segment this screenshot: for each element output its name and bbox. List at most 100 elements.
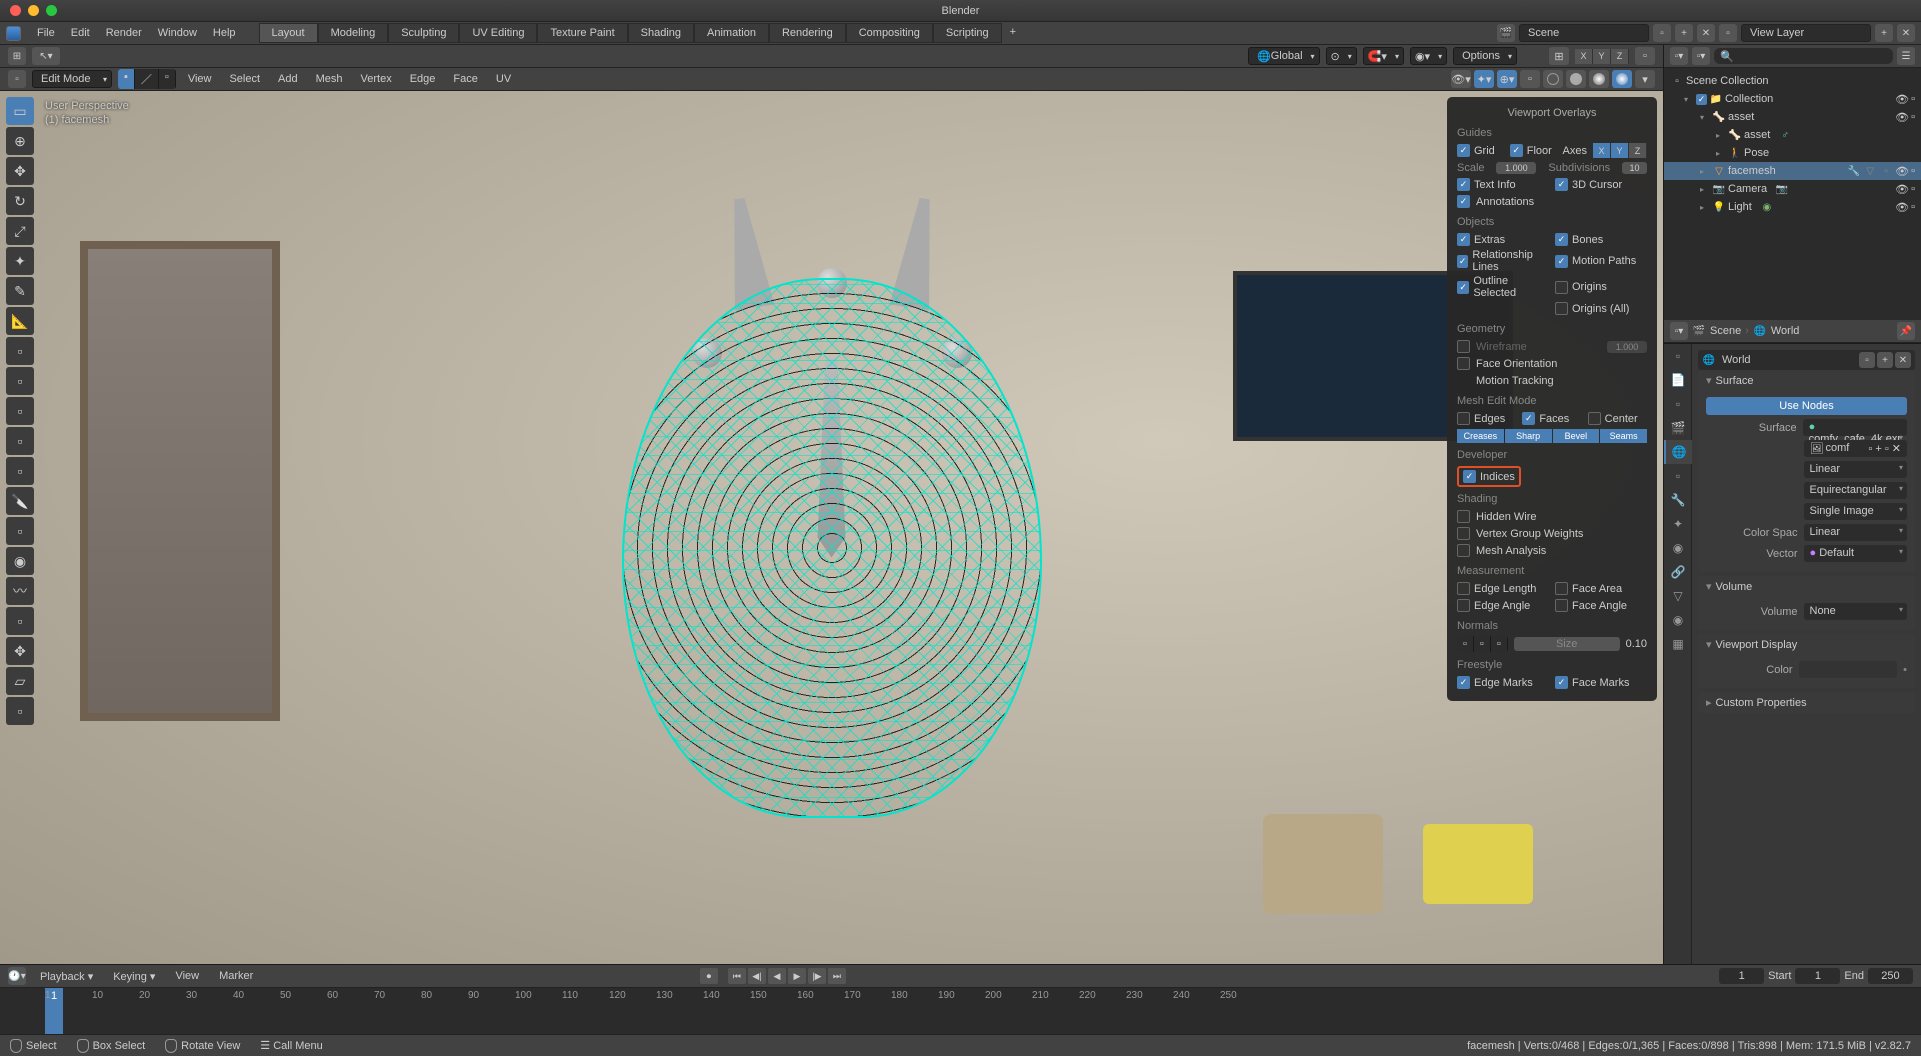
surface-field[interactable]: ● comfy_cafe_4k.exr (1803, 419, 1907, 436)
measure-tool-icon[interactable]: 📐 (6, 307, 34, 335)
wireframe-shading-icon[interactable] (1543, 70, 1563, 88)
normal-vertex-icon[interactable]: ▫ (1457, 636, 1474, 652)
tl-playback-menu[interactable]: Playback ▾ (34, 968, 99, 985)
select-tool-icon[interactable]: ▭ (6, 97, 34, 125)
image-browse[interactable]: 🖼comf▫ + ▫ ✕ (1804, 440, 1908, 457)
prop-tab-output[interactable]: 📄 (1664, 368, 1692, 392)
prop-tab-scene[interactable]: 🎬 (1664, 416, 1692, 440)
meshanalysis-checkbox[interactable] (1457, 544, 1470, 557)
autokey-icon[interactable]: ⏺ (700, 968, 718, 984)
face-select-icon[interactable]: ▫ (159, 69, 176, 89)
workspace-add-button[interactable]: + (1002, 23, 1024, 43)
orientation-dropdown[interactable]: 🌐 Global (1248, 47, 1320, 65)
proportional-dropdown[interactable]: ◉▾ (1410, 47, 1447, 65)
prop-tab-physics[interactable]: ◉ (1664, 536, 1692, 560)
shading-dropdown-icon[interactable]: ▾ (1635, 70, 1655, 88)
faceorient-checkbox[interactable] (1457, 357, 1470, 370)
jump-end-icon[interactable]: ⏭ (828, 968, 846, 984)
props-type-icon[interactable]: ▫▾ (1670, 322, 1688, 340)
workspace-modeling[interactable]: Modeling (318, 23, 389, 43)
edge-slide-tool-icon[interactable]: ▫ (6, 607, 34, 635)
tree-camera[interactable]: ▸📷Camera 📷 👁▫ (1664, 180, 1921, 198)
tl-view-menu[interactable]: View (169, 968, 205, 984)
vector-field[interactable]: ● Default (1804, 545, 1908, 562)
axis-x[interactable]: X (1575, 49, 1593, 64)
prop-tab-material[interactable]: ◉ (1664, 608, 1692, 632)
workspace-compositing[interactable]: Compositing (846, 23, 933, 43)
outliner-display-icon[interactable]: ▫▾ (1692, 47, 1710, 65)
bevel-toggle[interactable]: Bevel (1553, 429, 1600, 443)
tl-marker-menu[interactable]: Marker (213, 968, 259, 984)
traffic-lights[interactable] (10, 5, 57, 16)
sharp-toggle[interactable]: Sharp (1505, 429, 1552, 443)
matprev-shading-icon[interactable] (1589, 70, 1609, 88)
edgelength-checkbox[interactable] (1457, 582, 1470, 595)
knife-tool-icon[interactable]: 🔪 (6, 487, 34, 515)
scene-delete-icon[interactable]: ✕ (1697, 24, 1715, 42)
extrude-tool-icon[interactable]: ▫ (6, 367, 34, 395)
gizmo-toggle-icon[interactable]: ⊞ (1549, 47, 1569, 65)
smooth-tool-icon[interactable]: 〰 (6, 577, 34, 605)
indices-checkbox[interactable] (1463, 470, 1476, 483)
edgeangle-checkbox[interactable] (1457, 599, 1470, 612)
scene-name-field[interactable]: Scene (1519, 24, 1649, 42)
faceangle-checkbox[interactable] (1555, 599, 1568, 612)
viewlayer-icon[interactable]: ▫ (1719, 24, 1737, 42)
gizmo-icon[interactable]: ✦▾ (1474, 70, 1494, 88)
overlay-toggle-icon[interactable]: ⊕▾ (1497, 70, 1517, 88)
jump-start-icon[interactable]: ⏮ (728, 968, 746, 984)
workspace-rendering[interactable]: Rendering (769, 23, 846, 43)
facemarks-checkbox[interactable] (1555, 676, 1568, 689)
extras-checkbox[interactable] (1457, 233, 1470, 246)
outliner-filter-icon[interactable]: ☰ (1897, 47, 1915, 65)
outliner-type-icon[interactable]: ▫▾ (1670, 47, 1688, 65)
transform-tool-icon[interactable]: ✦ (6, 247, 34, 275)
vertex-select-icon[interactable]: ▪ (118, 69, 135, 89)
wireframe-checkbox[interactable] (1457, 340, 1470, 353)
scene-browse-icon[interactable]: ▫ (1653, 24, 1671, 42)
originsall-checkbox[interactable] (1555, 302, 1568, 315)
shear-tool-icon[interactable]: ▱ (6, 667, 34, 695)
axis-y[interactable]: Y (1593, 49, 1611, 64)
seams-toggle[interactable]: Seams (1600, 429, 1647, 443)
rotate-tool-icon[interactable]: ↻ (6, 187, 34, 215)
tree-collection[interactable]: ▾📁Collection 👁▫ (1664, 90, 1921, 108)
image-mode-field[interactable]: Single Image (1804, 503, 1908, 520)
current-frame[interactable]: 1 (1719, 968, 1764, 984)
normal-size-field[interactable]: Size (1514, 637, 1620, 651)
world-browse-icon[interactable]: ▫ (1859, 352, 1875, 368)
edge-menu[interactable]: Edge (404, 71, 442, 87)
menu-render[interactable]: Render (98, 24, 150, 42)
origins-checkbox[interactable] (1555, 281, 1568, 294)
add-cube-tool-icon[interactable]: ▫ (6, 337, 34, 365)
tree-asset-child[interactable]: ▸🦴asset ♂ (1664, 126, 1921, 144)
start-frame[interactable]: 1 (1795, 968, 1840, 984)
viewlayer-new-icon[interactable]: + (1875, 24, 1893, 42)
vertex-menu[interactable]: Vertex (355, 71, 398, 87)
end-frame[interactable]: 250 (1868, 968, 1913, 984)
use-nodes-button[interactable]: Use Nodes (1706, 397, 1907, 415)
outline-toggle-icon[interactable]: ▫ (1635, 47, 1655, 65)
scale-value[interactable]: 1.000 (1496, 162, 1536, 174)
world-new-icon[interactable]: + (1877, 352, 1893, 368)
prop-tab-render[interactable]: ▫ (1664, 344, 1692, 368)
visibility-dropdown-icon[interactable]: 👁▾ (1451, 70, 1471, 88)
tree-asset[interactable]: ▾🦴asset 👁▫ (1664, 108, 1921, 126)
viewlayer-delete-icon[interactable]: ✕ (1897, 24, 1915, 42)
keyframe-prev-icon[interactable]: ◀| (748, 968, 766, 984)
workspace-animation[interactable]: Animation (694, 23, 769, 43)
rendered-shading-icon[interactable] (1612, 70, 1632, 88)
workspace-scripting[interactable]: Scripting (933, 23, 1002, 43)
pivot-dropdown[interactable]: ⊙ (1326, 47, 1357, 65)
keyframe-next-icon[interactable]: |▶ (808, 968, 826, 984)
play-reverse-icon[interactable]: ◀ (768, 968, 786, 984)
colorspace-field[interactable]: Linear (1804, 524, 1908, 541)
menu-file[interactable]: File (29, 24, 63, 42)
normal-face-icon[interactable]: ▫ (1491, 636, 1508, 652)
tree-pose[interactable]: ▸🚶Pose (1664, 144, 1921, 162)
volume-field[interactable]: None (1804, 603, 1908, 620)
cursor-tool-icon[interactable]: ↖▾ (32, 47, 60, 65)
scene-new-icon[interactable]: + (1675, 24, 1693, 42)
prop-tab-particles[interactable]: ✦ (1664, 512, 1692, 536)
workspace-sculpting[interactable]: Sculpting (388, 23, 459, 43)
